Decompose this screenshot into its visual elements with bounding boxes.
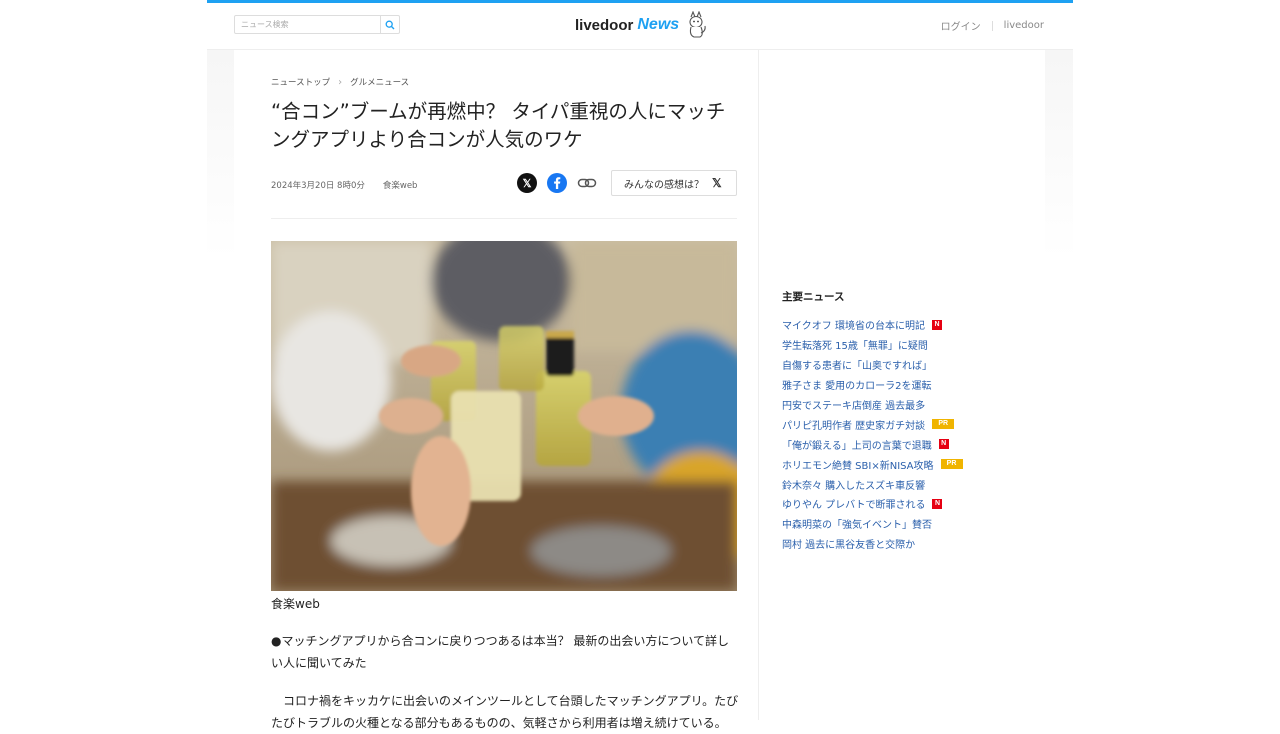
- search-icon: [385, 20, 395, 29]
- column-divider: [758, 50, 759, 720]
- reaction-button[interactable]: みんなの感想は？ 𝕏: [611, 170, 737, 196]
- news-item[interactable]: 学生転落死 15歳「無罪」に疑問: [782, 335, 1042, 355]
- new-badge: N: [938, 439, 949, 450]
- article-source[interactable]: 食楽web: [383, 179, 418, 191]
- news-item-label: 円安でステーキ店倒産 過去最多: [782, 401, 926, 412]
- new-badge: N: [932, 498, 943, 509]
- news-item-label: 中森明菜の「強気イベント」賛否: [782, 520, 932, 532]
- news-item[interactable]: 岡村 過去に黒谷友香と交際か: [782, 534, 1042, 554]
- toast-photo-illustration: [271, 241, 737, 591]
- search-input[interactable]: [235, 16, 381, 33]
- mascot-icon: [689, 11, 706, 38]
- article-title: “合コン”ブームが再燃中？ タイパ重視の人にマッチングアプリより合コンが人気のワ…: [271, 100, 726, 151]
- news-item[interactable]: ホリエモン絶賛 SBI×新NISA攻略 PR: [782, 454, 1042, 474]
- news-item-label: 岡村 過去に黒谷友香と交際か: [782, 540, 916, 552]
- article-date: 2024年3月20日 8時0分: [271, 181, 365, 191]
- article-body: コロナ禍をキッカケに出会いのメインツールとして台頭したマッチングアプリ。たびたび…: [271, 694, 739, 730]
- top-accent-bar: [207, 0, 1073, 3]
- new-badge: N: [931, 319, 942, 330]
- news-item[interactable]: パリピ孔明作者 歴史家ガチ対談 PR: [782, 414, 1042, 434]
- news-item-label: パリピ孔明作者 歴史家ガチ対談: [782, 420, 926, 432]
- news-item-label: 鈴木奈々 購入したスズキ車反響: [782, 480, 926, 492]
- news-item-label: 学生転落死 15歳「無罪」に疑問: [782, 341, 928, 353]
- sidebar-title: 主要ニュース: [782, 291, 845, 303]
- news-item[interactable]: 鈴木奈々 購入したスズキ車反響: [782, 474, 1042, 494]
- share-facebook-button[interactable]: [547, 173, 567, 193]
- header-divider: [207, 49, 1073, 50]
- news-item[interactable]: マイクオフ 環境省の台本に明記 N: [782, 315, 1042, 335]
- news-item-label: ホリエモン絶賛 SBI×新NISA攻略: [782, 460, 934, 472]
- copy-link-button[interactable]: [577, 173, 597, 193]
- news-item[interactable]: ゆりやん プレバトで断罪される N: [782, 494, 1042, 514]
- news-item[interactable]: 雅子さま 愛用のカローラ2を運転: [782, 375, 1042, 395]
- right-gutter: [1045, 50, 1073, 260]
- site-logo[interactable]: livedoor News: [575, 10, 707, 40]
- header-link-separator: [991, 20, 993, 31]
- facebook-icon: [554, 177, 561, 189]
- news-item[interactable]: 自傷する患者に「山奥ですれば」: [782, 355, 1042, 375]
- news-item-label: 自傷する患者に「山奥ですれば」: [782, 361, 932, 373]
- sidebar: 主要ニュース マイクオフ 環境省の台本に明記 N 学生転落死 15歳「無罪」に疑問…: [782, 289, 1042, 554]
- link-icon: [577, 178, 597, 188]
- news-item[interactable]: 中森明菜の「強気イベント」賛否: [782, 514, 1042, 534]
- breadcrumb-gourmet-news[interactable]: グルメニュース: [350, 76, 409, 88]
- left-gutter: [207, 50, 234, 260]
- search-button[interactable]: [380, 16, 399, 33]
- pr-badge: PR: [932, 419, 955, 430]
- article-lead: ●マッチングアプリから合コンに戻りつつあるは本当？ 最新の出会い方について詳しい…: [271, 634, 730, 670]
- photo-caption: 食楽web: [271, 597, 320, 611]
- search-box: [234, 15, 400, 34]
- news-item-label: 「俺が鍛える」上司の言葉で退職: [782, 440, 932, 452]
- news-item-label: マイクオフ 環境省の台本に明記: [782, 321, 925, 333]
- article-divider: [271, 218, 737, 219]
- logo-text: livedoor: [575, 16, 634, 34]
- login-link[interactable]: ログイン: [941, 18, 981, 33]
- article-meta: 2024年3月20日 8時0分 食楽web: [271, 179, 417, 191]
- breadcrumb-news-top[interactable]: ニューストップ: [271, 76, 330, 88]
- header-links: ログイン livedoor: [941, 18, 1044, 33]
- share-buttons: 𝕏: [517, 173, 607, 193]
- x-icon: 𝕏: [712, 176, 722, 190]
- livedoor-link[interactable]: livedoor: [1004, 20, 1044, 31]
- share-x-button[interactable]: 𝕏: [517, 173, 537, 193]
- news-item[interactable]: 「俺が鍛える」上司の言葉で退職 N: [782, 434, 1042, 454]
- chevron-right-icon: ›: [338, 76, 343, 88]
- top-news-list: マイクオフ 環境省の台本に明記 N 学生転落死 15歳「無罪」に疑問 自傷する患者…: [782, 315, 1042, 554]
- pr-badge: PR: [940, 459, 963, 470]
- reaction-label: みんなの感想は？: [624, 179, 704, 191]
- breadcrumb: ニューストップ › グルメニュース: [271, 76, 409, 89]
- article-photo[interactable]: [271, 241, 737, 591]
- logo-news-text: News: [637, 16, 680, 33]
- x-icon: 𝕏: [522, 177, 532, 190]
- news-item-label: ゆりやん プレバトで断罪される: [782, 500, 926, 512]
- news-item-label: 雅子さま 愛用のカローラ2を運転: [782, 381, 932, 393]
- news-item[interactable]: 円安でステーキ店倒産 過去最多: [782, 395, 1042, 415]
